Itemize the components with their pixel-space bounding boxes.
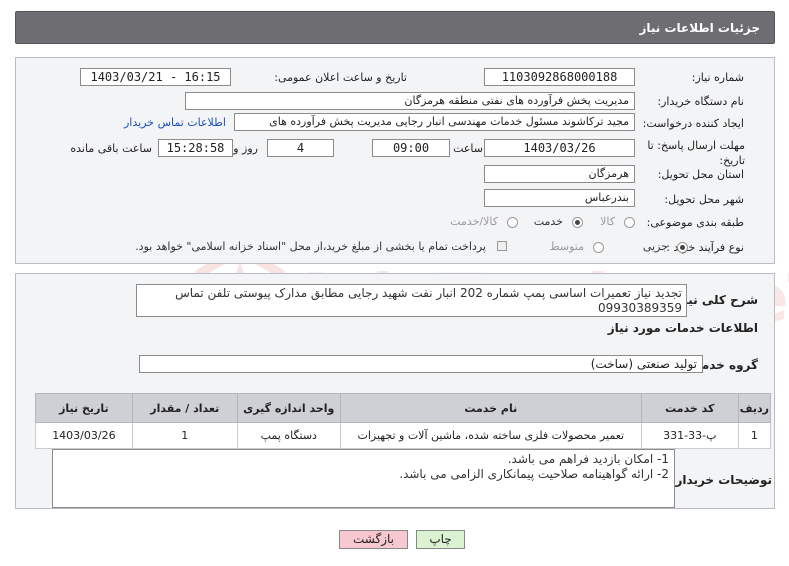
deadline-label: مهلت ارسال پاسخ: تا تاریخ: bbox=[647, 139, 745, 167]
city-field: بندرعباس bbox=[484, 189, 635, 207]
cell-service-code: پ-33-331 bbox=[640, 422, 739, 449]
category-label: طبقه بندی موضوعی: bbox=[646, 216, 744, 229]
cell-row-number: 1 bbox=[737, 422, 772, 449]
need-number-field: 1103092868000188 bbox=[484, 68, 635, 86]
process-radio-minor[interactable] bbox=[677, 242, 688, 253]
col-header-need-date: تاریخ نیاز bbox=[35, 393, 133, 423]
creator-label: ایجاد کننده درخواست: bbox=[642, 117, 744, 130]
page-header: جزئیات اطلاعات نیاز bbox=[15, 11, 775, 44]
buyer-note-line-2: 2- ارائه گواهینامه صلاحیت پیمانکاری الزا… bbox=[399, 467, 669, 481]
col-header-service-name: نام خدمت bbox=[339, 393, 642, 423]
buyer-note-line-1: 1- امکان بازدید فراهم می باشد. bbox=[507, 452, 669, 466]
days-label: روز و bbox=[233, 142, 258, 155]
col-header-unit: واحد اندازه گیری bbox=[236, 393, 341, 423]
cell-need-date: 1403/03/26 bbox=[35, 422, 133, 449]
buyer-notes-field: 1- امکان بازدید فراهم می باشد. 2- ارائه … bbox=[52, 449, 675, 508]
buyer-field: مدیریت پخش فرآورده های نفتی منطقه هرمزگا… bbox=[185, 92, 635, 110]
city-label: شهر محل تحویل: bbox=[664, 193, 744, 206]
deadline-time-field: 09:00 bbox=[372, 139, 450, 157]
creator-field: مجید ترکاشوند مسئول خدمات مهندسی انبار ر… bbox=[234, 113, 635, 131]
days-remaining-field: 4 bbox=[267, 139, 334, 157]
deadline-time-label: ساعت bbox=[453, 142, 483, 155]
buyer-label: نام دستگاه خریدار: bbox=[657, 95, 744, 108]
service-group-field: تولید صنعتی (ساخت) bbox=[139, 355, 703, 373]
summary-field: تجدید نیاز تعمیرات اساسی پمپ شماره 202 ا… bbox=[136, 284, 687, 317]
process-radio-medium[interactable] bbox=[593, 242, 604, 253]
buyer-notes-label: توضیحات خریدار: bbox=[670, 473, 772, 487]
treasury-note: پرداخت تمام یا بخشی از مبلغ خرید،از محل … bbox=[135, 240, 486, 253]
announce-datetime-label: تاریخ و ساعت اعلان عمومی: bbox=[274, 71, 407, 84]
col-header-service-code: کد خدمت bbox=[640, 393, 739, 423]
cell-service-name: تعمیر محصولات فلزی ساخته شده، ماشین آلات… bbox=[339, 422, 642, 449]
process-option-medium: متوسط bbox=[549, 240, 584, 253]
back-button[interactable]: بازگشت bbox=[339, 530, 408, 549]
need-number-label: شماره نیاز: bbox=[691, 71, 744, 84]
announce-datetime-field: 1403/03/21 - 16:15 bbox=[80, 68, 231, 86]
buyer-contact-link[interactable]: اطلاعات تماس خریدار bbox=[124, 116, 226, 129]
table-row: 1 پ-33-331 تعمیر محصولات فلزی ساخته شده،… bbox=[35, 422, 772, 449]
province-label: استان محل تحویل: bbox=[657, 168, 744, 181]
category-option-goods: کالا bbox=[600, 215, 615, 228]
col-header-row: ردیف bbox=[737, 393, 772, 423]
category-radio-goods[interactable] bbox=[624, 217, 635, 228]
category-option-service: خدمت bbox=[533, 215, 563, 228]
remaining-time-label: ساعت باقی مانده bbox=[70, 142, 152, 155]
process-option-minor: جزیی bbox=[642, 240, 668, 253]
col-header-quantity: تعداد / مقدار bbox=[131, 393, 238, 423]
category-radio-service[interactable] bbox=[572, 217, 583, 228]
remaining-time-field: 15:28:58 bbox=[158, 139, 233, 157]
cell-unit: دستگاه پمپ bbox=[236, 422, 341, 449]
category-radio-goods-service[interactable] bbox=[507, 217, 518, 228]
deadline-date-field: 1403/03/26 bbox=[484, 139, 635, 157]
services-table: ردیف کد خدمت نام خدمت واحد اندازه گیری ت… bbox=[35, 393, 772, 449]
treasury-checkbox[interactable] bbox=[497, 241, 507, 251]
cell-quantity: 1 bbox=[131, 422, 238, 449]
services-section-title: اطلاعات خدمات مورد نیاز bbox=[607, 321, 758, 335]
print-button[interactable]: چاپ bbox=[416, 530, 465, 549]
province-field: هرمزگان bbox=[484, 165, 635, 183]
category-option-goods-service: کالا/خدمت bbox=[450, 215, 498, 228]
